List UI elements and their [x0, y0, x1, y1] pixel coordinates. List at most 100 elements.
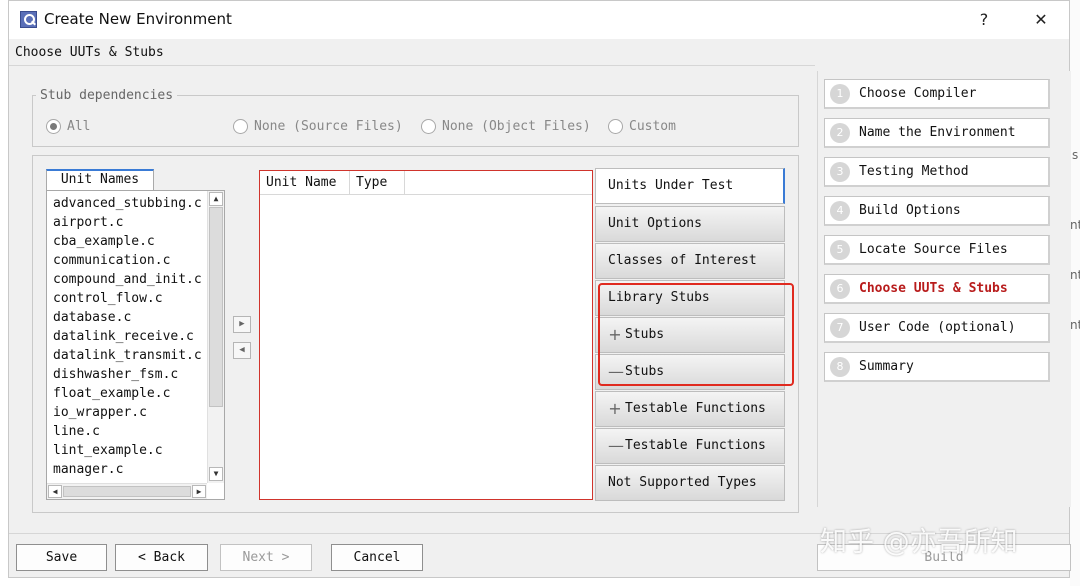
background-text: s — [1072, 148, 1079, 162]
list-item[interactable]: airport.c — [53, 213, 123, 232]
minus-icon: — — [608, 436, 624, 455]
list-item[interactable]: control_flow.c — [53, 289, 163, 308]
tab-label: Units Under Test — [608, 178, 734, 193]
list-item[interactable]: datalink_receive.c — [53, 327, 194, 346]
wizard-step-locate-source-files[interactable]: 5 Locate Source Files — [824, 235, 1050, 265]
list-item[interactable]: compound_and_init.c — [53, 270, 202, 289]
tab-label: Unit Options — [608, 216, 702, 231]
step-number: 8 — [830, 357, 850, 377]
list-item[interactable]: lint_example.c — [53, 441, 163, 460]
step-label: Summary — [859, 359, 914, 374]
save-button[interactable]: Save — [16, 544, 107, 571]
units-table[interactable]: Unit Name Type — [259, 170, 593, 500]
next-button[interactable]: Next > — [220, 544, 312, 571]
tab-units-under-test[interactable]: Units Under Test — [595, 168, 785, 204]
step-label: Choose UUTs & Stubs — [859, 281, 1008, 296]
step-number: 2 — [830, 123, 850, 143]
step-label: Choose Compiler — [859, 86, 977, 101]
step-label: Testing Method — [859, 164, 969, 179]
unit-names-list[interactable]: advanced_stubbing.c airport.c cba_exampl… — [46, 190, 225, 500]
tab-unit-options[interactable]: Unit Options — [595, 206, 785, 242]
step-label: Locate Source Files — [859, 242, 1008, 257]
list-item[interactable]: datalink_transmit.c — [53, 346, 202, 365]
scroll-right-icon[interactable]: ▶ — [192, 485, 206, 498]
radio-label: None (Object Files) — [442, 119, 591, 134]
tab-not-supported-types[interactable]: Not Supported Types — [595, 465, 785, 501]
wizard-step-choose-compiler[interactable]: 1 Choose Compiler — [824, 79, 1050, 109]
radio-label: None (Source Files) — [254, 119, 403, 134]
radio-selected-icon — [46, 119, 61, 134]
wizard-step-build-options[interactable]: 4 Build Options — [824, 196, 1050, 226]
list-item[interactable]: float_example.c — [53, 384, 170, 403]
scroll-down-icon[interactable]: ▼ — [209, 467, 223, 481]
radio-icon — [608, 119, 623, 134]
list-item[interactable]: cba_example.c — [53, 232, 155, 251]
scroll-thumb[interactable] — [209, 207, 223, 407]
help-button[interactable]: ? — [969, 6, 999, 34]
step-label: Build Options — [859, 203, 961, 218]
stub-dependencies-title: Stub dependencies — [36, 88, 178, 103]
vertical-scrollbar[interactable]: ▲ ▼ — [207, 191, 224, 483]
list-item[interactable]: communication.c — [53, 251, 170, 270]
cancel-button[interactable]: Cancel — [331, 544, 423, 571]
scroll-left-icon[interactable]: ◀ — [48, 485, 62, 498]
wizard-step-name-environment[interactable]: 2 Name the Environment — [824, 118, 1050, 148]
step-label: Name the Environment — [859, 125, 1016, 140]
app-search-icon — [20, 11, 37, 28]
move-right-button[interactable]: ▶ — [233, 316, 251, 333]
step-number: 6 — [830, 279, 850, 299]
background-text: nt — [1070, 218, 1080, 232]
radio-label: Custom — [629, 119, 676, 134]
wizard-step-summary[interactable]: 8 Summary — [824, 352, 1050, 382]
column-header-unit-name[interactable]: Unit Name — [260, 171, 350, 195]
divider — [9, 65, 815, 66]
radio-none-source[interactable]: None (Source Files) — [233, 119, 403, 134]
list-item[interactable]: advanced_stubbing.c — [53, 194, 202, 213]
radio-all[interactable]: All — [46, 119, 90, 134]
step-number: 3 — [830, 162, 850, 182]
step-number: 7 — [830, 318, 850, 338]
step-number: 5 — [830, 240, 850, 260]
scroll-up-icon[interactable]: ▲ — [209, 192, 223, 206]
step-number: 4 — [830, 201, 850, 221]
tab-unit-names[interactable]: Unit Names — [46, 169, 154, 191]
tab-testable-functions-remove[interactable]: — Testable Functions — [595, 428, 785, 464]
background-text: nt — [1070, 268, 1080, 282]
horizontal-scrollbar[interactable]: ◀ ▶ — [47, 483, 207, 499]
radio-custom[interactable]: Custom — [608, 119, 676, 134]
list-item[interactable]: database.c — [53, 308, 131, 327]
list-item[interactable]: line.c — [53, 422, 100, 441]
tab-testable-functions-add[interactable]: + Testable Functions — [595, 391, 785, 427]
background-text: nt — [1070, 318, 1080, 332]
tab-label: Classes of Interest — [608, 253, 757, 268]
back-button[interactable]: < Back — [115, 544, 208, 571]
list-item[interactable]: manager.c — [53, 460, 123, 479]
window-title: Create New Environment — [44, 10, 232, 28]
tab-label: Not Supported Types — [608, 475, 757, 490]
list-item[interactable]: io_wrapper.c — [53, 403, 147, 422]
tab-label: Testable Functions — [625, 401, 766, 416]
column-header-type[interactable]: Type — [350, 171, 405, 195]
plus-icon: + — [608, 399, 622, 418]
radio-none-object[interactable]: None (Object Files) — [421, 119, 591, 134]
step-number: 1 — [830, 84, 850, 104]
move-left-button[interactable]: ◀ — [233, 342, 251, 359]
title-bar: Create New Environment ? ✕ — [9, 1, 1069, 39]
close-button[interactable]: ✕ — [1026, 6, 1056, 34]
wizard-step-testing-method[interactable]: 3 Testing Method — [824, 157, 1050, 187]
annotation-highlight — [598, 283, 794, 386]
background-window-strip: s nt nt nt — [1070, 0, 1080, 586]
page-title: Choose UUTs & Stubs — [15, 45, 164, 60]
tab-label: Testable Functions — [625, 438, 766, 453]
step-label: User Code (optional) — [859, 320, 1016, 335]
scroll-thumb[interactable] — [63, 486, 191, 497]
radio-icon — [421, 119, 436, 134]
wizard-step-user-code[interactable]: 7 User Code (optional) — [824, 313, 1050, 343]
list-item[interactable]: dishwasher_fsm.c — [53, 365, 178, 384]
wizard-step-choose-uuts-stubs[interactable]: 6 Choose UUTs & Stubs — [824, 274, 1050, 304]
tab-classes-of-interest[interactable]: Classes of Interest — [595, 243, 785, 279]
watermark-text: 知乎 @亦吾所知 — [820, 527, 1018, 558]
radio-label: All — [67, 119, 91, 134]
create-environment-dialog: Create New Environment ? ✕ Choose UUTs &… — [8, 0, 1071, 578]
column-header-filler — [405, 171, 592, 195]
